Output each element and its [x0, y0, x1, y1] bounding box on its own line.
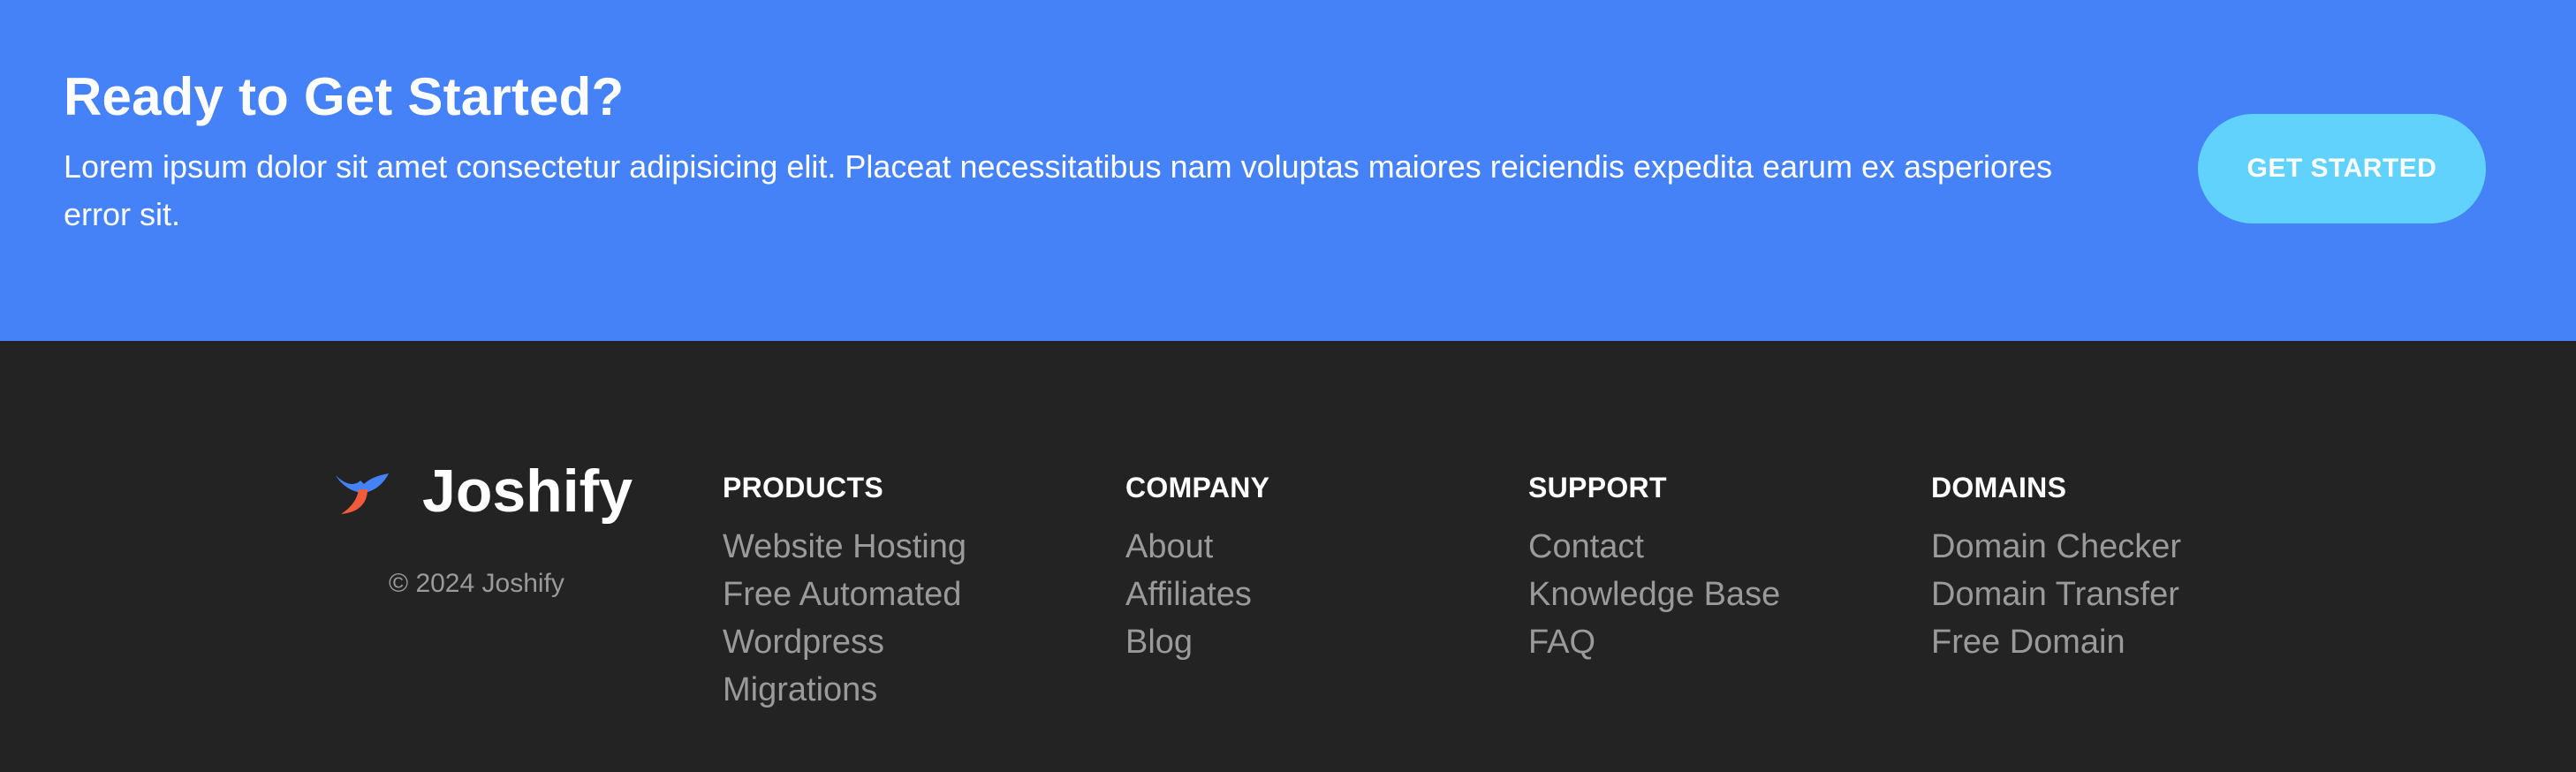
footer-link-free-automated[interactable]: Free Automated	[723, 571, 966, 618]
column-heading: PRODUCTS	[723, 472, 883, 503]
site-footer: Joshify © 2024 Joshify PRODUCTS Website …	[0, 341, 2576, 772]
cta-description: Lorem ipsum dolor sit amet consectetur a…	[64, 148, 2053, 232]
bird-logo-icon	[336, 473, 389, 514]
footer-link-website-hosting[interactable]: Website Hosting	[723, 523, 966, 571]
footer-link-migrations[interactable]: Migrations	[723, 666, 966, 714]
footer-column-company: COMPANY About Affiliates Blog	[1125, 470, 1269, 666]
footer-link-wordpress[interactable]: Wordpress	[723, 618, 966, 666]
footer-link-affiliates[interactable]: Affiliates	[1125, 571, 1269, 618]
footer-link-faq[interactable]: FAQ	[1528, 618, 1780, 666]
get-started-button[interactable]: GET STARTED	[2198, 114, 2486, 223]
footer-link-contact[interactable]: Contact	[1528, 523, 1780, 571]
footer-column-support: SUPPORT Contact Knowledge Base FAQ	[1528, 470, 1780, 666]
cta-heading: Ready to Get Started?	[64, 67, 625, 126]
cta-banner: Ready to Get Started? Lorem ipsum dolor …	[0, 0, 2576, 341]
footer-link-domain-transfer[interactable]: Domain Transfer	[1931, 571, 2181, 618]
footer-link-free-domain[interactable]: Free Domain	[1931, 618, 2181, 666]
footer-link-domain-checker[interactable]: Domain Checker	[1931, 523, 2181, 571]
footer-link-about[interactable]: About	[1125, 523, 1269, 571]
page: Ready to Get Started? Lorem ipsum dolor …	[0, 0, 2576, 772]
column-heading: DOMAINS	[1931, 472, 2067, 503]
column-heading: SUPPORT	[1528, 472, 1667, 503]
column-heading: COMPANY	[1125, 472, 1270, 503]
footer-brand[interactable]: Joshify	[334, 456, 652, 526]
copyright-text: © 2024 Joshify	[389, 569, 564, 598]
footer-column-domains: DOMAINS Domain Checker Domain Transfer F…	[1931, 470, 2181, 666]
footer-link-knowledge-base[interactable]: Knowledge Base	[1528, 571, 1780, 618]
brand-name: Joshify	[422, 458, 633, 525]
footer-column-products: PRODUCTS Website Hosting Free Automated …	[723, 470, 966, 714]
footer-link-blog[interactable]: Blog	[1125, 618, 1269, 666]
